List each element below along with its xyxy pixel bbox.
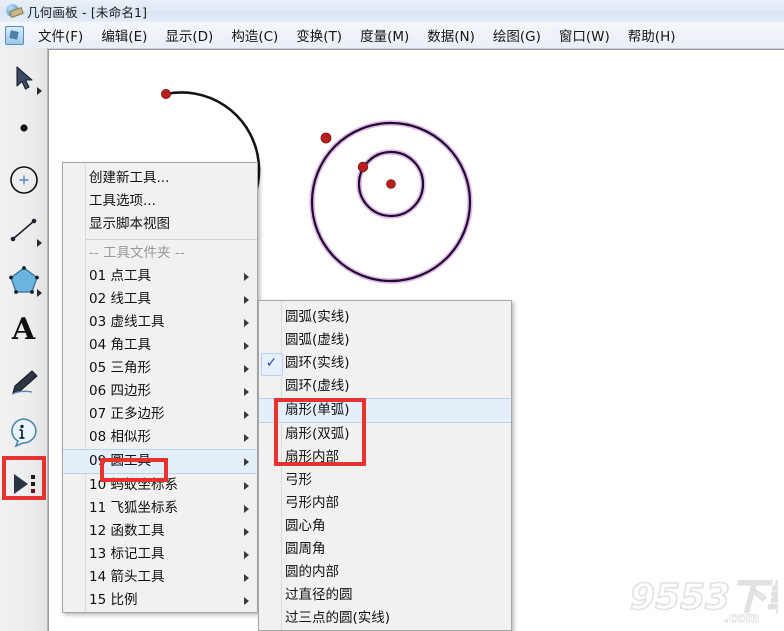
- submenu-arrow-icon: [244, 387, 249, 396]
- circle-tools-submenu: 圆弧(实线) 圆弧(虚线) ✓ 圆环(实线) 圆环(虚线) 扇形(单弧) 扇形(…: [258, 300, 512, 631]
- left-toolbar: A: [0, 48, 48, 631]
- marker-pen-tool-icon[interactable]: [0, 358, 47, 406]
- menu-transform[interactable]: 变换(T): [288, 22, 350, 48]
- tool-options[interactable]: 工具选项...: [63, 190, 257, 213]
- circular-segment[interactable]: 弓形: [259, 469, 511, 492]
- show-script-view[interactable]: 显示脚本视图: [63, 213, 257, 236]
- submenu-arrow-icon: [244, 341, 249, 350]
- submenu-arrow-icon: [244, 433, 249, 442]
- menu-construct[interactable]: 构造(C): [223, 22, 286, 48]
- folder-function-tools[interactable]: 12 函数工具: [63, 520, 257, 543]
- submenu-arrow-icon: [244, 550, 249, 559]
- straightedge-line-tool-icon[interactable]: [0, 206, 47, 254]
- folder-feihu-coordinate-system[interactable]: 11 飞狐坐标系: [63, 497, 257, 520]
- checkmark-icon: ✓: [265, 355, 278, 371]
- watermark-9553: 9553下载 .com: [629, 576, 778, 626]
- title-bar: 几何画板 - [未命名1]: [0, 0, 784, 22]
- submenu-arrow-icon: [244, 410, 249, 419]
- submenu-arrow-icon: [244, 527, 249, 536]
- arrow-select-tool-icon[interactable]: [0, 54, 47, 102]
- folder-marker-tools[interactable]: 13 标记工具: [63, 543, 257, 566]
- point-tool-icon[interactable]: [0, 104, 47, 152]
- menu-file[interactable]: 文件(F): [30, 22, 91, 48]
- submenu-arrow-icon: [244, 364, 249, 373]
- folder-triangle[interactable]: 05 三角形: [63, 357, 257, 380]
- menu-help[interactable]: 帮助(H): [620, 22, 684, 48]
- submenu-arrow-icon: [244, 481, 249, 490]
- text-tool-icon[interactable]: A: [0, 306, 47, 354]
- folder-line-tools[interactable]: 02 线工具: [63, 288, 257, 311]
- folder-ant-coordinate-system[interactable]: 10 蚂蚁坐标系: [63, 474, 257, 497]
- custom-tools-highlight-box: [2, 456, 46, 500]
- menu-measure[interactable]: 度量(M): [352, 22, 417, 48]
- menu-edit[interactable]: 编辑(E): [93, 22, 155, 48]
- sector-double-arc[interactable]: 扇形(双弧): [259, 423, 511, 446]
- application-window: 几何画板 - [未命名1] 文件(F) 编辑(E) 显示(D) 构造(C) 变换…: [0, 0, 784, 631]
- submenu-arrow-icon: [244, 295, 249, 304]
- submenu-arrow-icon: [244, 318, 249, 327]
- arc-solid[interactable]: 圆弧(实线): [259, 306, 511, 329]
- menu-window[interactable]: 窗口(W): [551, 22, 618, 48]
- folder-ratio[interactable]: 15 比例: [63, 589, 257, 612]
- folder-arrow-tools[interactable]: 14 箭头工具: [63, 566, 257, 589]
- svg-text:.com: .com: [724, 611, 759, 626]
- tool-folder-label: -- 工具文件夹 --: [89, 245, 185, 261]
- folder-regular-polygon[interactable]: 07 正多边形: [63, 403, 257, 426]
- central-angle[interactable]: 圆心角: [259, 515, 511, 538]
- window-title: 几何画板 - [未命名1]: [27, 4, 148, 20]
- flyout-arrow-icon[interactable]: [37, 289, 42, 297]
- menu-data[interactable]: 数据(N): [419, 22, 483, 48]
- flyout-arrow-icon[interactable]: [37, 239, 42, 247]
- sketchpad-app-icon: [5, 26, 24, 45]
- menu-divider: [63, 239, 257, 240]
- tools-popup-menu: 创建新工具... 工具选项... 显示脚本视图 -- 工具文件夹 -- 01 点…: [62, 162, 258, 613]
- submenu-arrow-icon: [244, 457, 249, 466]
- center-point: [386, 179, 396, 189]
- polygon-tool-icon[interactable]: [0, 256, 47, 304]
- menu-graph[interactable]: 绘图(G): [485, 22, 549, 48]
- circle-through-diameter[interactable]: 过直径的圆: [259, 584, 511, 607]
- outer-circle: [309, 120, 473, 284]
- create-new-tool[interactable]: 创建新工具...: [63, 167, 257, 190]
- folder-dashed-line-tools[interactable]: 03 虚线工具: [63, 311, 257, 334]
- circle-through-three-points-solid[interactable]: 过三点的圆(实线): [259, 607, 511, 630]
- menu-display[interactable]: 显示(D): [157, 22, 221, 48]
- circle-interior[interactable]: 圆的内部: [259, 561, 511, 584]
- geometry-sketchpad-icon: [5, 3, 24, 19]
- arc-dashed[interactable]: 圆弧(虚线): [259, 329, 511, 352]
- menu-bar: 文件(F) 编辑(E) 显示(D) 构造(C) 变换(T) 度量(M) 数据(N…: [0, 22, 784, 49]
- inscribed-angle[interactable]: 圆周角: [259, 538, 511, 561]
- annulus-solid[interactable]: ✓ 圆环(实线): [259, 352, 511, 376]
- circular-segment-interior[interactable]: 弓形内部: [259, 492, 511, 515]
- annulus-dashed[interactable]: 圆环(虚线): [259, 375, 511, 398]
- submenu-arrow-icon: [244, 596, 249, 605]
- information-tool-icon[interactable]: [0, 408, 47, 456]
- compass-circle-tool-icon[interactable]: [0, 156, 47, 204]
- folder-quadrilateral[interactable]: 06 四边形: [63, 380, 257, 403]
- folder-similar-shapes[interactable]: 08 相似形: [63, 426, 257, 449]
- inner-radius-point: [357, 161, 369, 173]
- flyout-arrow-icon[interactable]: [37, 87, 42, 95]
- folder-point-tools[interactable]: 01 点工具: [63, 265, 257, 288]
- submenu-arrow-icon: [244, 573, 249, 582]
- folder-angle-tools[interactable]: 04 角工具: [63, 334, 257, 357]
- submenu-arrow-icon: [244, 504, 249, 513]
- folder-circle-tools[interactable]: 09 圆工具: [63, 449, 257, 474]
- outer-radius-point: [320, 132, 332, 144]
- submenu-arrow-icon: [244, 272, 249, 281]
- sector-single-arc[interactable]: 扇形(单弧): [259, 398, 511, 423]
- sector-interior[interactable]: 扇形内部: [259, 446, 511, 469]
